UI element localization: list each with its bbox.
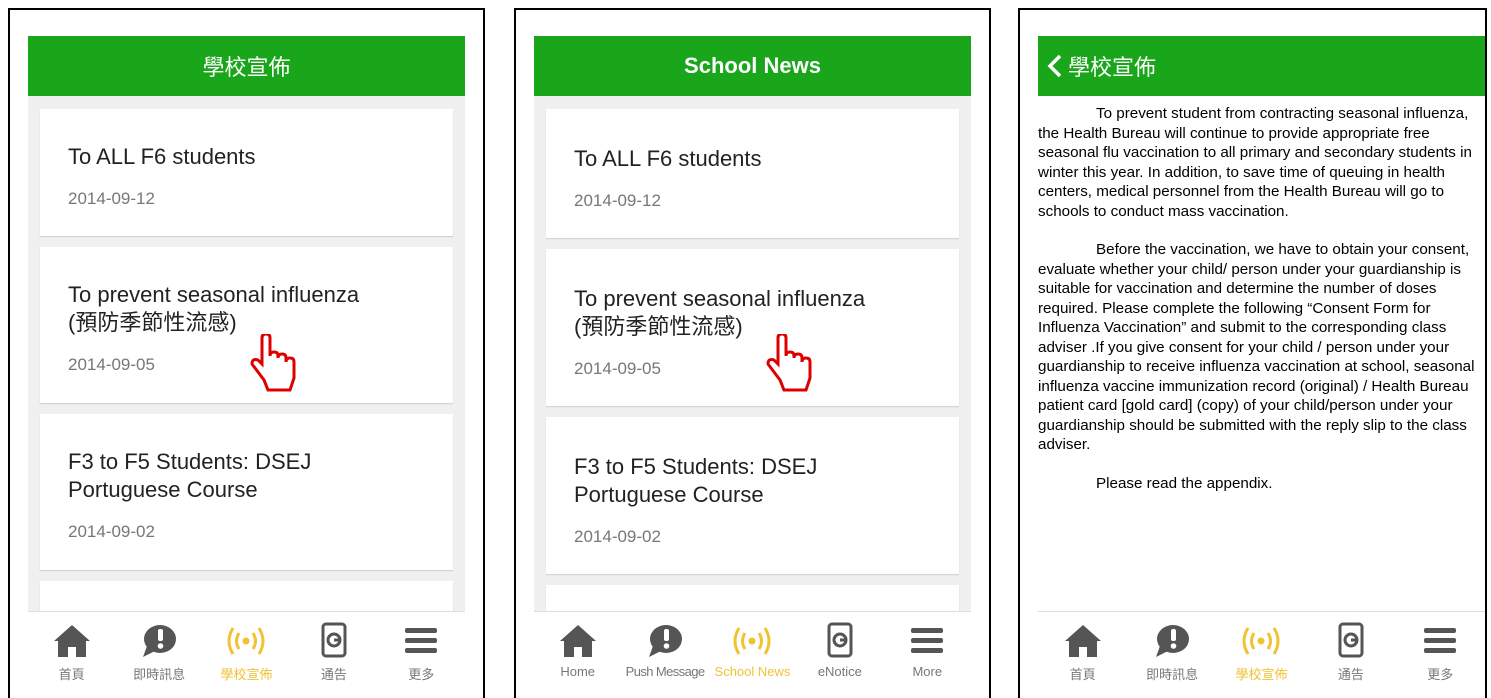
- tab-label: 更多: [408, 667, 435, 682]
- article-body: To prevent student from contracting seas…: [1038, 96, 1485, 493]
- app-screen: 學校宣佈 To ALL F6 students 2014-09-12 To pr…: [28, 36, 465, 698]
- chat-bubble-icon: [649, 625, 683, 657]
- tab-push-message[interactable]: Push Message: [625, 612, 705, 679]
- chevron-left-icon: [1047, 54, 1062, 78]
- tab-label: 學校宣佈: [220, 667, 273, 682]
- notice-icon: [827, 622, 853, 658]
- tab-label: 通告: [1337, 667, 1364, 682]
- tab-label: 即時訊息: [133, 667, 186, 682]
- home-icon: [559, 625, 596, 657]
- tab-notice[interactable]: 通告: [1311, 612, 1391, 683]
- tab-label: School News: [714, 664, 791, 679]
- news-item[interactable]: F3 to F5 Students: DSEJ Portuguese Cours…: [546, 417, 959, 574]
- chat-bubble-icon: [143, 625, 177, 657]
- tab-more[interactable]: More: [887, 612, 967, 679]
- tab-notice[interactable]: 通告: [294, 612, 374, 683]
- tab-push-message[interactable]: 即時訊息: [1132, 612, 1212, 683]
- tab-school-news[interactable]: School News: [712, 612, 792, 679]
- phone-panel-english: School News To ALL F6 students 2014-09-1…: [514, 8, 991, 698]
- header-bar: 學校宣佈: [1038, 36, 1485, 96]
- article-paragraph: Before the vaccination, we have to obtai…: [1038, 241, 1475, 453]
- tab-label: 更多: [1427, 667, 1454, 682]
- tab-push-message[interactable]: 即時訊息: [119, 612, 199, 683]
- news-title: F3 to F5 Students: DSEJ Portuguese Cours…: [574, 454, 818, 507]
- news-title: To ALL F6 students: [574, 146, 762, 171]
- news-date: 2014-09-12: [68, 189, 155, 208]
- phone-panel-chinese: 學校宣佈 To ALL F6 students 2014-09-12 To pr…: [8, 8, 485, 698]
- home-icon: [53, 625, 90, 657]
- tab-label: eNotice: [817, 664, 862, 679]
- news-date: 2014-09-02: [574, 527, 661, 546]
- tab-label: Push Message: [625, 664, 705, 679]
- broadcast-icon: [227, 627, 265, 655]
- tab-more[interactable]: 更多: [1400, 612, 1480, 683]
- page-title: School News: [684, 53, 821, 78]
- back-button[interactable]: 學校宣佈: [1046, 50, 1156, 82]
- page-title: 學校宣佈: [202, 55, 291, 80]
- tab-bar: Home Push Message School News eNotice Mo…: [534, 611, 971, 698]
- news-item[interactable]: To ALL F6 students 2014-09-12: [546, 109, 959, 238]
- news-title: To prevent seasonal influenza (預防季節性流感): [574, 286, 866, 339]
- tab-school-news[interactable]: 學校宣佈: [206, 612, 286, 683]
- phone-panel-article: 學校宣佈 To prevent student from contracting…: [1018, 8, 1487, 698]
- tab-label: 首頁: [1069, 667, 1096, 682]
- tab-home[interactable]: 首頁: [32, 612, 112, 683]
- article-paragraph: To prevent student from contracting seas…: [1038, 105, 1472, 220]
- app-screen: 學校宣佈 To prevent student from contracting…: [1038, 36, 1485, 698]
- tab-label: More: [912, 664, 943, 679]
- header-bar: 學校宣佈: [28, 36, 465, 96]
- broadcast-icon: [733, 627, 771, 655]
- tab-more[interactable]: 更多: [381, 612, 461, 683]
- news-date: 2014-09-02: [68, 522, 155, 541]
- tab-label: 學校宣佈: [1235, 667, 1288, 682]
- tab-bar: 首頁 即時訊息 學校宣佈 通告 更多: [1038, 611, 1485, 698]
- tab-home[interactable]: 首頁: [1043, 612, 1123, 683]
- news-item[interactable]: To ALL F6 students 2014-09-12: [40, 109, 453, 236]
- menu-icon: [1424, 628, 1457, 653]
- menu-icon: [405, 628, 438, 653]
- news-title: To prevent seasonal influenza (預防季節性流感): [68, 282, 360, 335]
- news-title: To ALL F6 students: [68, 144, 256, 169]
- news-item[interactable]: To prevent seasonal influenza (預防季節性流感) …: [546, 249, 959, 406]
- back-label: 學校宣佈: [1068, 55, 1157, 80]
- notice-icon: [1338, 622, 1364, 658]
- tab-label: 通告: [320, 667, 347, 682]
- news-date: 2014-09-05: [574, 359, 661, 378]
- hand-pointer-icon: [766, 334, 812, 392]
- news-list: To ALL F6 students 2014-09-12 To prevent…: [534, 96, 971, 625]
- news-title: F3 to F5 Students: DSEJ Portuguese Cours…: [68, 449, 312, 502]
- header-bar: School News: [534, 36, 971, 96]
- tab-label: 即時訊息: [1146, 667, 1199, 682]
- home-icon: [1064, 625, 1101, 657]
- chat-bubble-icon: [1156, 625, 1190, 657]
- article-paragraph: Please read the appendix.: [1096, 474, 1273, 492]
- tab-bar: 首頁 即時訊息 學校宣佈 通告 更多: [28, 611, 465, 698]
- tab-home[interactable]: Home: [538, 612, 618, 679]
- menu-icon: [911, 628, 944, 653]
- app-screen: School News To ALL F6 students 2014-09-1…: [534, 36, 971, 698]
- news-date: 2014-09-12: [574, 191, 661, 210]
- tab-school-news[interactable]: 學校宣佈: [1221, 612, 1301, 683]
- tab-label: Home: [560, 664, 596, 679]
- hand-pointer-icon: [250, 334, 296, 392]
- tab-label: 首頁: [58, 667, 85, 682]
- news-item[interactable]: F3 to F5 Students: DSEJ Portuguese Cours…: [40, 414, 453, 570]
- notice-icon: [321, 622, 347, 658]
- tab-enotice[interactable]: eNotice: [800, 612, 880, 679]
- broadcast-icon: [1242, 627, 1280, 655]
